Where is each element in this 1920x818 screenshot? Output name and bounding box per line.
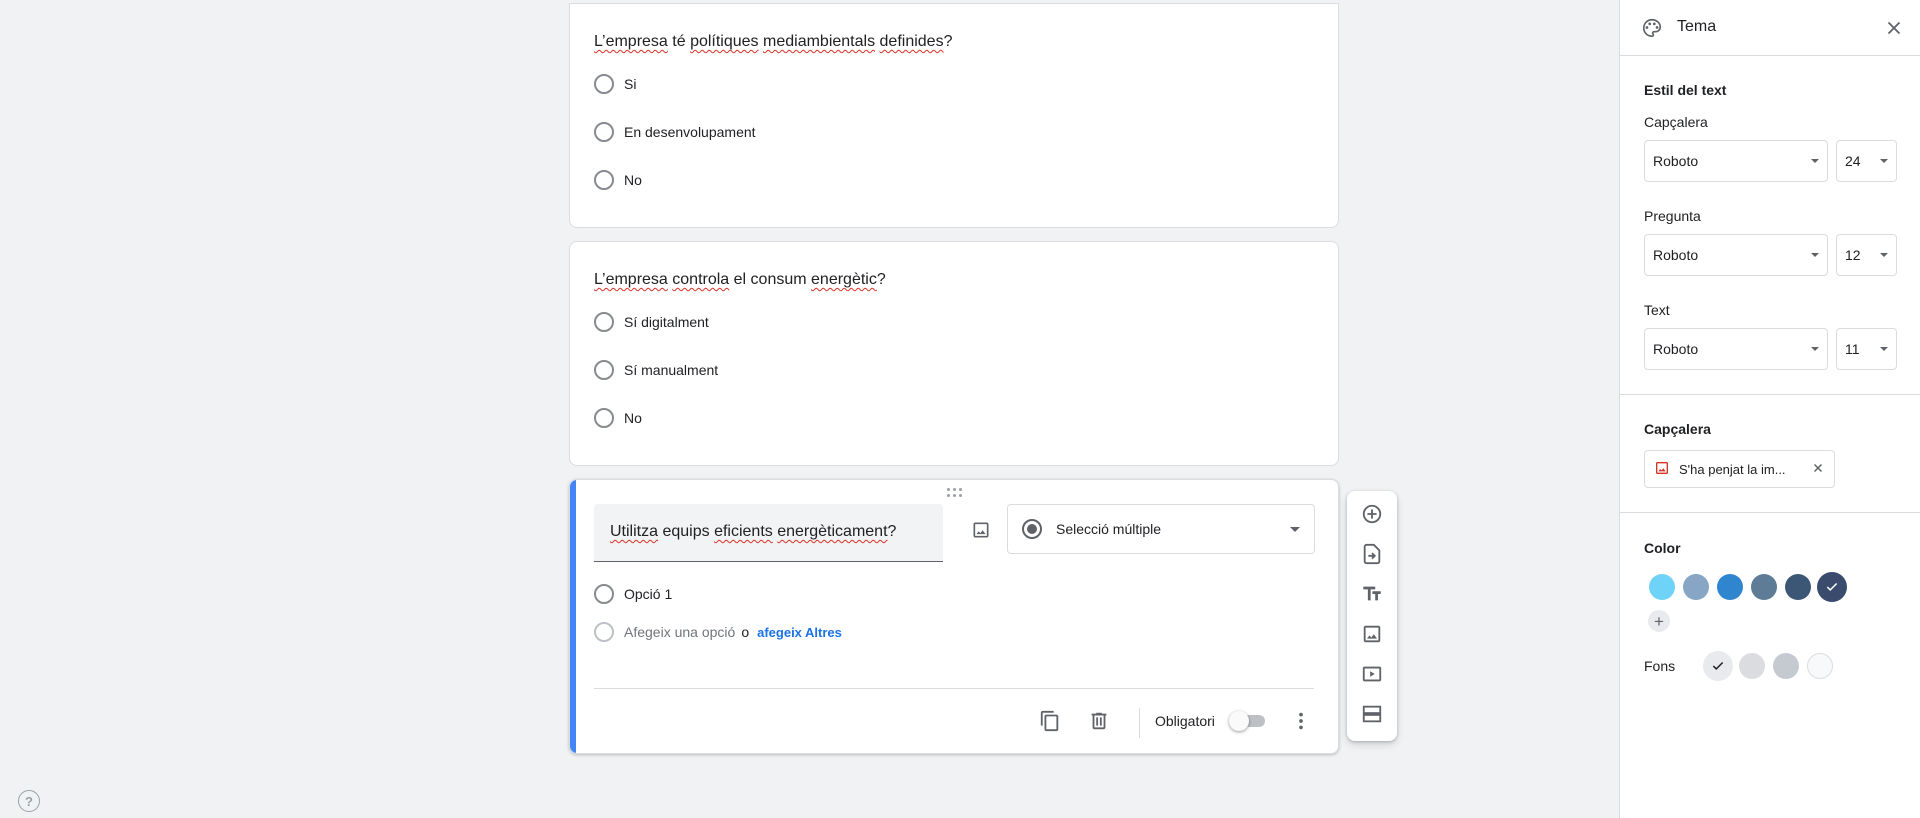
text-style-heading: Estil del text [1644,82,1727,98]
radio-circle[interactable] [594,74,614,94]
color-swatch[interactable] [1785,574,1811,600]
add-video-icon[interactable] [1360,662,1384,686]
color-swatch[interactable] [1751,574,1777,600]
question-card-1[interactable]: L’empresa té polítiques mediambientals d… [569,3,1339,228]
add-question-icon[interactable] [1360,502,1384,526]
add-custom-color-button[interactable]: + [1648,610,1670,632]
question-title: L’empresa controla el consum energètic? [594,271,886,288]
duplicate-icon[interactable] [1038,709,1062,733]
panel-header: Tema [1620,0,1920,56]
add-image-icon[interactable] [967,516,995,544]
active-question-card[interactable]: Utilitza equips eficients energèticament… [569,479,1339,754]
import-questions-icon[interactable] [1360,542,1384,566]
radio-circle[interactable] [594,122,614,142]
color-swatch[interactable] [1649,574,1675,600]
radio-circle[interactable] [594,584,614,604]
radio-option[interactable]: No [594,407,642,429]
add-image-icon[interactable] [1360,622,1384,646]
background-swatch[interactable] [1703,651,1733,681]
chevron-down-icon [1811,347,1819,351]
side-toolbar [1347,491,1397,741]
question-font-label: Pregunta [1644,208,1701,224]
radio-circle[interactable] [594,408,614,428]
background-swatch[interactable] [1807,653,1833,679]
header-image-chip[interactable]: S'ha penjat la im... [1644,450,1835,488]
palette-icon [1641,17,1663,44]
radio-selected-icon [1022,519,1042,539]
add-title-icon[interactable] [1360,582,1384,606]
radio-option[interactable]: Sí manualment [594,359,718,381]
question-title-input[interactable]: Utilitza equips eficients energèticament… [594,504,943,562]
background-swatch[interactable] [1739,653,1765,679]
more-vert-icon[interactable] [1289,709,1313,733]
option-text-input[interactable]: Opció 1 [624,586,672,602]
radio-option[interactable]: Sí digitalment [594,311,709,333]
header-image-heading: Capçalera [1644,421,1711,437]
text-font-dropdown[interactable]: Roboto [1644,328,1828,370]
required-toggle[interactable] [1229,711,1265,731]
color-swatch[interactable] [1817,572,1847,602]
radio-option[interactable]: Opció 1 [594,583,672,605]
color-swatch[interactable] [1683,574,1709,600]
radio-circle [594,622,614,642]
question-card-2[interactable]: L’empresa controla el consum energètic? … [569,241,1339,466]
background-swatch[interactable] [1773,653,1799,679]
section-divider [1620,512,1920,513]
header-size-dropdown[interactable]: 24 [1836,140,1897,182]
required-label: Obligatori [1155,713,1215,729]
footer-separator [1139,708,1140,738]
radio-option[interactable]: En desenvolupament [594,121,756,143]
close-icon[interactable] [1883,17,1905,39]
radio-circle[interactable] [594,360,614,380]
add-section-icon[interactable] [1360,702,1384,726]
chevron-down-icon [1811,159,1819,163]
radio-option[interactable]: No [594,169,642,191]
color-swatch[interactable] [1717,574,1743,600]
image-icon [1654,460,1670,479]
color-heading: Color [1644,540,1681,556]
question-size-dropdown[interactable]: 12 [1836,234,1897,276]
theme-panel: Tema Estil del text Capçalera Roboto 24 … [1619,0,1920,818]
chevron-down-icon [1811,253,1819,257]
chevron-down-icon [1880,253,1888,257]
remove-image-icon[interactable] [1811,461,1825,478]
panel-title: Tema [1677,18,1717,35]
help-icon[interactable]: ? [18,790,40,812]
footer-divider [594,688,1314,689]
radio-option[interactable]: Si [594,73,636,95]
add-option-button[interactable]: Afegeix una opció [624,624,735,640]
header-font-label: Capçalera [1644,114,1708,130]
delete-icon[interactable] [1087,709,1111,733]
background-label: Fons [1644,658,1676,674]
question-font-dropdown[interactable]: Roboto [1644,234,1828,276]
question-title: L’empresa té polítiques mediambientals d… [594,33,953,50]
question-footer: Obligatori [570,700,1338,742]
question-type-dropdown[interactable]: Selecció múltiple [1007,504,1315,554]
text-size-dropdown[interactable]: 11 [1836,328,1897,370]
section-divider [1620,394,1920,395]
add-option-row[interactable]: Afegeix una opció o afegeix Altres [594,621,842,643]
chevron-down-icon [1290,526,1300,532]
header-font-dropdown[interactable]: Roboto [1644,140,1828,182]
add-other-link[interactable]: afegeix Altres [757,625,842,640]
radio-circle[interactable] [594,312,614,332]
chevron-down-icon [1880,159,1888,163]
chevron-down-icon [1880,347,1888,351]
radio-circle[interactable] [594,170,614,190]
drag-handle-icon[interactable] [947,488,965,498]
text-font-label: Text [1644,302,1670,318]
